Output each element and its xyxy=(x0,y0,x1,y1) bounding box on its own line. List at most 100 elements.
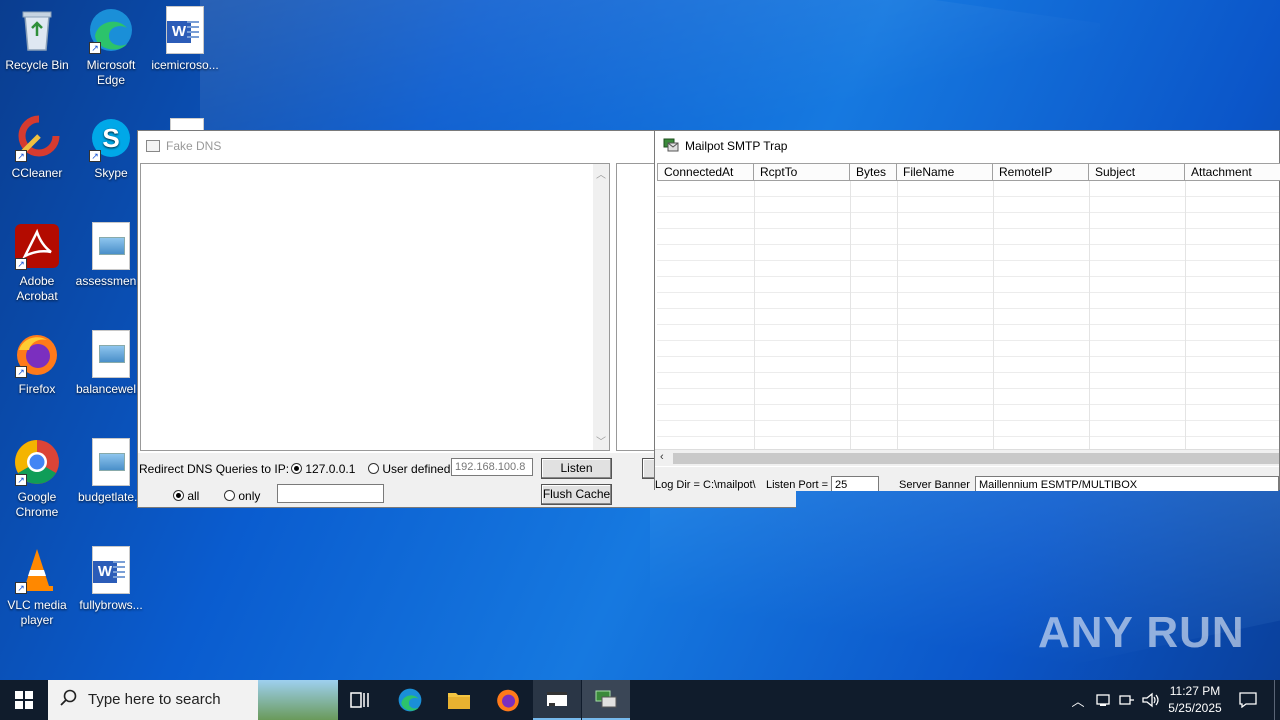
scroll-down-icon[interactable]: ﹀ xyxy=(593,433,609,448)
desktop-icon-label: VLC media player xyxy=(7,598,67,627)
skype-icon: S ↗ xyxy=(87,114,135,162)
desktop-icon-label: Google Chrome xyxy=(15,490,59,519)
shortcut-arrow-icon: ↗ xyxy=(15,582,27,594)
radio-localhost-label: 127.0.0.1 xyxy=(305,462,356,476)
redirect-label: Redirect DNS Queries to IP: xyxy=(139,462,290,476)
radio-user-defined[interactable]: User defined xyxy=(368,462,450,476)
radio-selected-icon xyxy=(291,463,302,474)
start-button[interactable] xyxy=(0,680,48,720)
desktop-icon-label: Microsoft Edge xyxy=(86,58,136,87)
radio-localhost[interactable]: 127.0.0.1 xyxy=(291,462,355,476)
window-title: Fake DNS xyxy=(166,139,222,153)
window-title: Mailpot SMTP Trap xyxy=(685,139,788,153)
column-header[interactable]: FileName xyxy=(897,163,993,181)
firefox-icon: ↗ xyxy=(13,330,61,378)
windows-logo-icon xyxy=(15,691,33,709)
recycle-bin-icon xyxy=(13,6,61,54)
mailpot-titlebar[interactable]: Mailpot SMTP Trap xyxy=(655,131,1279,161)
image-file-icon xyxy=(92,438,130,486)
user-ip-field[interactable]: 192.168.100.8 xyxy=(451,458,533,476)
dns-query-log[interactable]: ︿ ﹀ xyxy=(140,163,610,451)
column-header[interactable]: RemoteIP xyxy=(993,163,1089,181)
mailpot-window[interactable]: Mailpot SMTP Trap ConnectedAt RcptTo Byt… xyxy=(654,130,1280,491)
clock[interactable]: 11:27 PM 5/25/2025 xyxy=(1164,680,1226,720)
shortcut-arrow-icon: ↗ xyxy=(15,474,27,486)
vertical-scrollbar[interactable]: ︿ ﹀ xyxy=(593,164,609,450)
shortcut-arrow-icon: ↗ xyxy=(89,42,101,54)
radio-all-label: all xyxy=(187,489,200,503)
ethernet-icon[interactable] xyxy=(1116,680,1138,720)
only-domain-field[interactable] xyxy=(277,484,384,503)
desktop-icon-adobe-acrobat[interactable]: ↗ Adobe Acrobat xyxy=(0,222,74,304)
mailpot-settings-bar: Log Dir = C:\mailpot\ Listen Port = 25 S… xyxy=(655,467,1279,491)
desktop-icon-google-chrome[interactable]: ↗ Google Chrome xyxy=(0,438,74,520)
show-desktop-button[interactable] xyxy=(1274,680,1280,720)
column-header[interactable]: Attachment xyxy=(1185,163,1280,181)
search-highlight-image xyxy=(258,680,338,720)
log-dir-label: Log Dir = C:\mailpot\ xyxy=(655,479,756,491)
shortcut-arrow-icon: ↗ xyxy=(89,150,101,162)
mail-table-body[interactable] xyxy=(657,181,1279,449)
taskbar-search-box[interactable]: Type here to search xyxy=(48,680,338,720)
shortcut-arrow-icon: ↗ xyxy=(15,366,27,378)
server-banner-label: Server Banner xyxy=(899,479,970,491)
task-view-button[interactable] xyxy=(336,680,384,720)
listen-port-label: Listen Port = xyxy=(766,479,829,491)
listen-button[interactable]: Listen xyxy=(541,458,612,479)
column-header[interactable]: Bytes xyxy=(850,163,897,181)
image-file-icon xyxy=(92,222,130,270)
taskbar-fake-dns[interactable] xyxy=(533,680,581,720)
horizontal-scrollbar[interactable]: ‹ xyxy=(655,449,1279,466)
taskbar-mailpot[interactable] xyxy=(582,680,630,720)
desktop-icon-vlc[interactable]: ↗ VLC media player xyxy=(0,546,74,628)
image-file-icon xyxy=(92,330,130,378)
scroll-up-icon[interactable]: ︿ xyxy=(593,166,609,181)
desktop-icon-label: CCleaner xyxy=(11,166,63,180)
google-chrome-icon: ↗ xyxy=(13,438,61,486)
mailpot-app-icon xyxy=(663,138,679,155)
clock-time: 11:27 PM xyxy=(1169,684,1221,698)
scrollbar-thumb[interactable] xyxy=(673,453,1279,464)
taskbar-firefox[interactable] xyxy=(484,680,532,720)
desktop-icon-microsoft-edge[interactable]: ↗ Microsoft Edge xyxy=(74,6,148,88)
column-header[interactable]: Subject xyxy=(1089,163,1185,181)
desktop-icon-recycle-bin[interactable]: Recycle Bin xyxy=(0,6,74,73)
radio-selected-icon xyxy=(173,490,184,501)
radio-all[interactable]: all xyxy=(173,489,199,503)
server-banner-field[interactable]: Maillennium ESMTP/MULTIBOX xyxy=(975,476,1279,491)
word-document-icon: W xyxy=(166,6,204,54)
mailpot-app-icon xyxy=(595,690,617,708)
desktop-icon-icemicroso[interactable]: W icemicroso... xyxy=(148,6,222,73)
desktop-icon-firefox[interactable]: ↗ Firefox xyxy=(0,330,74,397)
column-header[interactable]: RcptTo xyxy=(754,163,850,181)
desktop-icon-ccleaner[interactable]: ↗ CCleaner xyxy=(0,114,74,181)
task-view-icon xyxy=(350,692,369,708)
app-window-icon xyxy=(547,692,567,706)
flush-cache-button[interactable]: Flush Cache xyxy=(541,484,612,505)
desktop-icon-label: icemicroso... xyxy=(151,58,219,72)
radio-user-defined-label: User defined xyxy=(382,462,451,476)
notification-center-icon[interactable] xyxy=(1234,680,1262,720)
column-header[interactable]: ConnectedAt xyxy=(657,163,754,181)
dns-side-pane[interactable] xyxy=(616,163,656,451)
radio-only[interactable]: only xyxy=(224,489,260,503)
microsoft-edge-icon xyxy=(398,688,422,712)
anyrun-watermark: ANY RUN xyxy=(1038,608,1245,657)
svg-text:S: S xyxy=(102,123,119,153)
desktop-icon-label: Firefox xyxy=(18,382,56,396)
taskbar-edge[interactable] xyxy=(386,680,434,720)
shortcut-arrow-icon: ↗ xyxy=(15,150,27,162)
listen-port-field[interactable]: 25 xyxy=(831,476,879,491)
radio-only-label: only xyxy=(238,489,261,503)
search-placeholder: Type here to search xyxy=(88,691,221,708)
clock-date: 5/25/2025 xyxy=(1168,701,1222,715)
show-hidden-icons-chevron-icon[interactable]: ︿ xyxy=(1068,680,1088,720)
taskbar: Type here to search ︿ 11:27 PM 5/25/2025 xyxy=(0,680,1280,720)
desktop-icon-fullybrows[interactable]: W fullybrows... xyxy=(74,546,148,613)
desktop-icon-label: Adobe Acrobat xyxy=(16,274,58,303)
taskbar-file-explorer[interactable] xyxy=(435,680,483,720)
scroll-left-icon[interactable]: ‹ xyxy=(660,451,664,463)
volume-icon[interactable] xyxy=(1140,680,1162,720)
folder-icon xyxy=(448,693,470,709)
network-status-icon[interactable] xyxy=(1092,680,1114,720)
